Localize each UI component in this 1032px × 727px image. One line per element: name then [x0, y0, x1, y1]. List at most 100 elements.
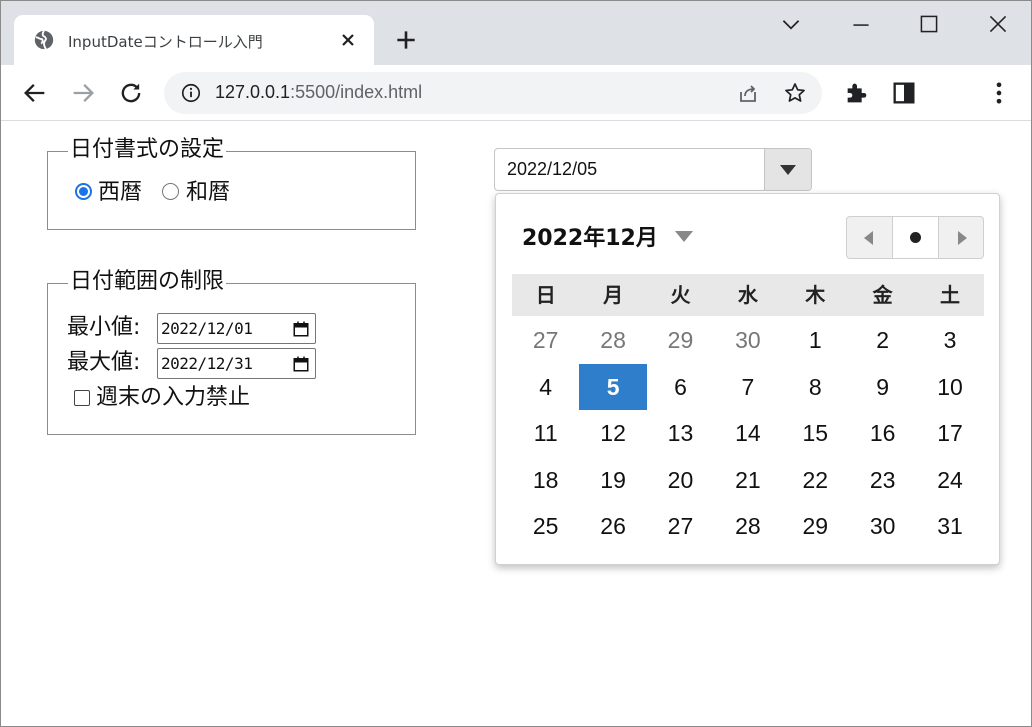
calendar-month-title[interactable]: 2022年12月	[522, 220, 658, 252]
calendar-day[interactable]: 1	[782, 317, 849, 364]
calendar-nav-group	[846, 216, 984, 259]
weekend-disable-label[interactable]: 週末の入力禁止	[96, 385, 250, 411]
max-date-input[interactable]: 2022/12/31	[157, 348, 316, 379]
triangle-right-icon	[957, 231, 967, 245]
calendar-day[interactable]: 25	[512, 503, 579, 550]
calendar-day[interactable]: 30	[714, 317, 781, 364]
bookmark-star-icon[interactable]	[783, 81, 807, 105]
calendar-week: 4 5 6 7 8 9 10	[512, 363, 984, 411]
calendar-day[interactable]: 2	[849, 317, 916, 364]
weekday-label: 火	[670, 283, 691, 307]
date-format-legend: 日付書式の設定	[68, 136, 227, 164]
weekend-disable-checkbox[interactable]	[74, 390, 90, 406]
radio-wareki[interactable]	[162, 183, 179, 200]
weekday-label: 金	[872, 283, 893, 307]
forward-arrow-icon[interactable]	[69, 79, 97, 107]
weekday-label: 月	[603, 283, 624, 307]
reload-icon[interactable]	[117, 79, 145, 107]
browser-toolbar: 127.0.0.1:5500/index.html	[1, 65, 1031, 121]
date-picker-dropdown-button[interactable]	[764, 149, 811, 190]
calendar-day[interactable]: 4	[512, 364, 579, 411]
close-tab-icon[interactable]	[336, 28, 360, 52]
calendar-day[interactable]: 29	[782, 503, 849, 550]
calendar-day[interactable]: 26	[579, 503, 646, 550]
min-value-label: 最小値:	[67, 315, 141, 340]
date-range-fieldset: 日付範囲の制限 最小値: 2022/12/01 最大値: 2022/12/31 …	[47, 268, 416, 435]
calendar-day[interactable]: 15	[782, 410, 849, 457]
calendar-day[interactable]: 17	[916, 410, 983, 457]
calendar-icon[interactable]	[292, 320, 310, 338]
weekday-label: 土	[940, 283, 961, 307]
next-month-button[interactable]	[937, 217, 983, 258]
calendar-day-grid: 27 28 29 30 1 2 3 4 5 6 7 8 9 10 11 12 1…	[512, 317, 984, 550]
browser-tab[interactable]: InputDateコントロール入門	[14, 15, 374, 66]
share-icon[interactable]	[736, 81, 760, 105]
radio-seireki[interactable]	[75, 183, 92, 200]
today-button[interactable]	[892, 217, 938, 258]
back-arrow-icon[interactable]	[21, 79, 49, 107]
calendar-day[interactable]: 14	[714, 410, 781, 457]
address-bar[interactable]: 127.0.0.1:5500/index.html	[164, 72, 822, 114]
calendar-day[interactable]: 21	[714, 457, 781, 504]
date-format-fieldset: 日付書式の設定 西暦 和暦	[47, 136, 416, 230]
calendar-day[interactable]: 3	[916, 317, 983, 364]
calendar-day[interactable]: 22	[782, 457, 849, 504]
calendar-day[interactable]: 12	[579, 410, 646, 457]
month-dropdown-icon[interactable]	[675, 231, 693, 242]
weekday-label: 木	[805, 283, 826, 307]
calendar-day[interactable]: 16	[849, 410, 916, 457]
calendar-day[interactable]: 24	[916, 457, 983, 504]
calendar-day[interactable]: 29	[647, 317, 714, 364]
info-icon[interactable]	[180, 82, 202, 104]
calendar-day[interactable]: 28	[714, 503, 781, 550]
new-tab-icon[interactable]	[393, 27, 419, 53]
minimize-icon[interactable]	[848, 11, 874, 37]
maximize-icon[interactable]	[916, 11, 942, 37]
radio-wareki-label[interactable]: 和暦	[186, 180, 230, 206]
calendar-week: 11 12 13 14 15 16 17	[512, 410, 984, 457]
calendar-day[interactable]: 27	[512, 317, 579, 364]
calendar-day[interactable]: 27	[647, 503, 714, 550]
calendar-day[interactable]: 30	[849, 503, 916, 550]
max-value-label: 最大値:	[67, 350, 141, 375]
weekday-label: 水	[737, 283, 758, 307]
calendar-day[interactable]: 19	[579, 457, 646, 504]
calendar-day[interactable]: 11	[512, 410, 579, 457]
calendar-week: 27 28 29 30 1 2 3	[512, 317, 984, 364]
calendar-day[interactable]: 20	[647, 457, 714, 504]
calendar-day[interactable]: 6	[647, 364, 714, 411]
prev-month-button[interactable]	[847, 217, 892, 258]
calendar-icon[interactable]	[292, 355, 310, 373]
calendar-day[interactable]: 7	[714, 364, 781, 411]
min-date-input[interactable]: 2022/12/01	[157, 313, 316, 344]
calendar-day[interactable]: 18	[512, 457, 579, 504]
calendar-day-selected[interactable]: 5	[579, 363, 647, 410]
calendar-day[interactable]: 31	[916, 503, 983, 550]
url-path: :5500/index.html	[290, 82, 423, 102]
calendar-week: 25 26 27 28 29 30 31	[512, 503, 984, 550]
globe-icon	[34, 30, 54, 50]
radio-seireki-label[interactable]: 西暦	[98, 180, 142, 206]
calendar-day[interactable]: 13	[647, 410, 714, 457]
chevron-down-icon[interactable]	[778, 11, 804, 37]
calendar-day[interactable]: 8	[782, 364, 849, 411]
calendar-day[interactable]: 9	[849, 364, 916, 411]
url-text[interactable]: 127.0.0.1:5500/index.html	[215, 82, 422, 103]
date-picker-value: 2022/12/05	[507, 159, 598, 179]
calendar-day[interactable]: 28	[579, 317, 646, 364]
side-panel-icon[interactable]	[890, 79, 918, 107]
weekday-header: 日 月 火 水 木 金 土	[512, 274, 984, 316]
calendar-day[interactable]: 23	[849, 457, 916, 504]
calendar-week: 18 19 20 21 22 23 24	[512, 457, 984, 504]
dropdown-arrow-icon	[780, 165, 796, 175]
min-date-value: 2022/12/01	[161, 319, 253, 338]
date-picker-input[interactable]: 2022/12/05	[494, 148, 812, 191]
triangle-left-icon	[864, 231, 873, 245]
calendar-day[interactable]: 10	[916, 364, 983, 411]
calendar-popup: 2022年12月 日 月 火 水 木 金 土 27 28 29 30 1 2 3	[495, 193, 1000, 565]
more-menu-icon[interactable]	[985, 79, 1013, 107]
dot-icon	[910, 232, 922, 243]
page-content: 日付書式の設定 西暦 和暦 日付範囲の制限 最小値: 2022/12/01 最大…	[1, 121, 1031, 726]
extensions-puzzle-icon[interactable]	[843, 79, 871, 107]
close-window-icon[interactable]	[985, 11, 1011, 37]
